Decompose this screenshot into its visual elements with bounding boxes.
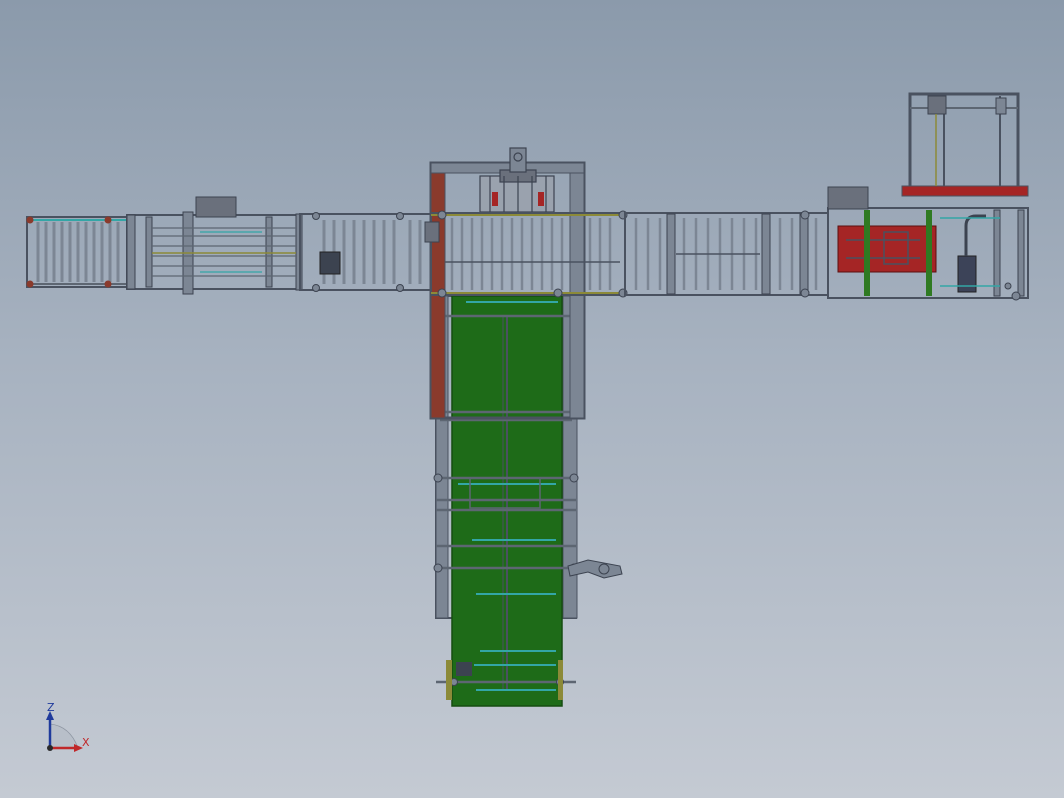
tower-crossing-conveyor[interactable] — [424, 210, 628, 298]
green-belt-conveyor[interactable] — [433, 295, 623, 707]
cad-viewport[interactable]: Z X — [0, 0, 1064, 798]
left-transfer-module[interactable] — [126, 196, 303, 295]
cad-drawing[interactable]: Z X — [0, 0, 1064, 798]
right-roller-conveyor[interactable] — [624, 210, 829, 298]
left-motor-conveyor[interactable] — [299, 212, 432, 292]
coordinate-triad: Z X — [46, 701, 90, 752]
right-top-frame-tower[interactable] — [901, 92, 1029, 197]
triad-plane-wedge — [49, 723, 79, 749]
triad-z-label: Z — [47, 701, 55, 714]
conveyor-drive-motor — [319, 251, 341, 275]
crossing-rollers — [450, 218, 612, 290]
tower-right-post — [569, 162, 585, 419]
belt-olive-guide-right — [558, 660, 563, 700]
right-machine-station[interactable] — [827, 186, 1029, 301]
belt-drive-motor — [456, 662, 472, 676]
top-tower-hoist — [927, 95, 947, 115]
top-tower-bracket — [995, 97, 1007, 115]
triad-origin — [47, 745, 53, 751]
left-infeed-conveyor[interactable] — [26, 216, 128, 288]
machine-hopper — [827, 186, 869, 210]
infeed-rollers — [36, 222, 120, 282]
belt-olive-guide-left — [446, 660, 452, 700]
transfer-rollers — [152, 227, 296, 277]
transfer-top-box — [195, 196, 237, 218]
crossing-control-box — [424, 221, 440, 243]
triad-x-label: X — [82, 736, 90, 749]
top-tower-base-beam — [901, 185, 1029, 197]
machine-red-drive — [837, 225, 937, 273]
transfer-frame — [126, 214, 301, 290]
machine-arm — [964, 214, 986, 256]
crossing-frame — [430, 212, 626, 296]
